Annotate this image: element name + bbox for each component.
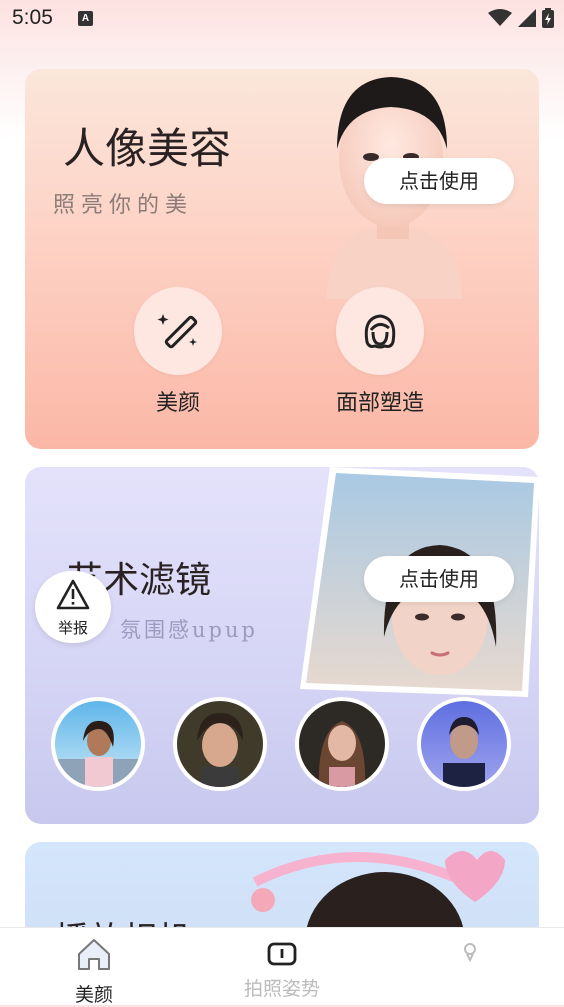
status-bar: 5:05 A bbox=[0, 0, 564, 40]
app-notification-icon: A bbox=[78, 11, 93, 26]
report-label: 举报 bbox=[57, 619, 88, 637]
filter-sample-2[interactable] bbox=[173, 697, 267, 791]
warning-icon bbox=[56, 579, 90, 610]
tab-photo-pose-label: 拍照姿势 bbox=[243, 978, 320, 1000]
filter-sample-4[interactable] bbox=[417, 697, 511, 791]
pose-icon bbox=[267, 942, 297, 966]
feature-beauty-label: 美颜 bbox=[155, 391, 200, 416]
card-title: 人像美容 bbox=[63, 124, 232, 173]
filter-sample-1[interactable] bbox=[51, 697, 145, 791]
art-filter-card[interactable]: 艺术滤镜 氛围感upup 点击使用 bbox=[25, 467, 539, 824]
sample-photo bbox=[197, 713, 243, 787]
feature-beauty-circle[interactable] bbox=[134, 287, 222, 375]
feature-face-shape-circle[interactable] bbox=[336, 287, 424, 375]
filter-sample-3[interactable] bbox=[295, 697, 389, 791]
home-icon bbox=[78, 939, 110, 970]
card-subtitle: 氛围感upup bbox=[120, 618, 258, 642]
use-button[interactable]: 点击使用 bbox=[364, 158, 514, 204]
feature-beauty[interactable]: 美颜 bbox=[113, 287, 243, 417]
report-button[interactable]: 举报 bbox=[35, 571, 111, 643]
signal-icon bbox=[518, 9, 536, 27]
use-button[interactable]: 点击使用 bbox=[364, 556, 514, 602]
tab-profile[interactable] bbox=[395, 928, 545, 968]
wifi-icon bbox=[488, 9, 512, 26]
portrait-beauty-card[interactable]: 人像美容 照亮你的美 点击使用 美颜 面部塑造 bbox=[25, 69, 539, 449]
face-outline-icon bbox=[364, 314, 396, 349]
bottom-navigation: 美颜 拍照姿势 bbox=[0, 927, 564, 1007]
system-icons bbox=[488, 8, 554, 28]
sample-photo bbox=[318, 721, 366, 787]
feature-face-shape[interactable]: 面部塑造 bbox=[315, 287, 445, 417]
tab-beauty-label: 美颜 bbox=[74, 984, 113, 1006]
sample-photo bbox=[443, 717, 485, 787]
card-subtitle: 照亮你的美 bbox=[53, 193, 194, 218]
magic-wand-icon bbox=[157, 314, 198, 349]
profile-icon bbox=[464, 943, 476, 963]
feature-face-shape-label: 面部塑造 bbox=[335, 391, 424, 416]
tab-beauty[interactable]: 美颜 bbox=[19, 928, 169, 1007]
sample-photo bbox=[55, 720, 141, 787]
tab-photo-pose[interactable]: 拍照姿势 bbox=[207, 928, 357, 1001]
battery-icon bbox=[542, 8, 554, 28]
status-time: 5:05 bbox=[12, 6, 53, 29]
